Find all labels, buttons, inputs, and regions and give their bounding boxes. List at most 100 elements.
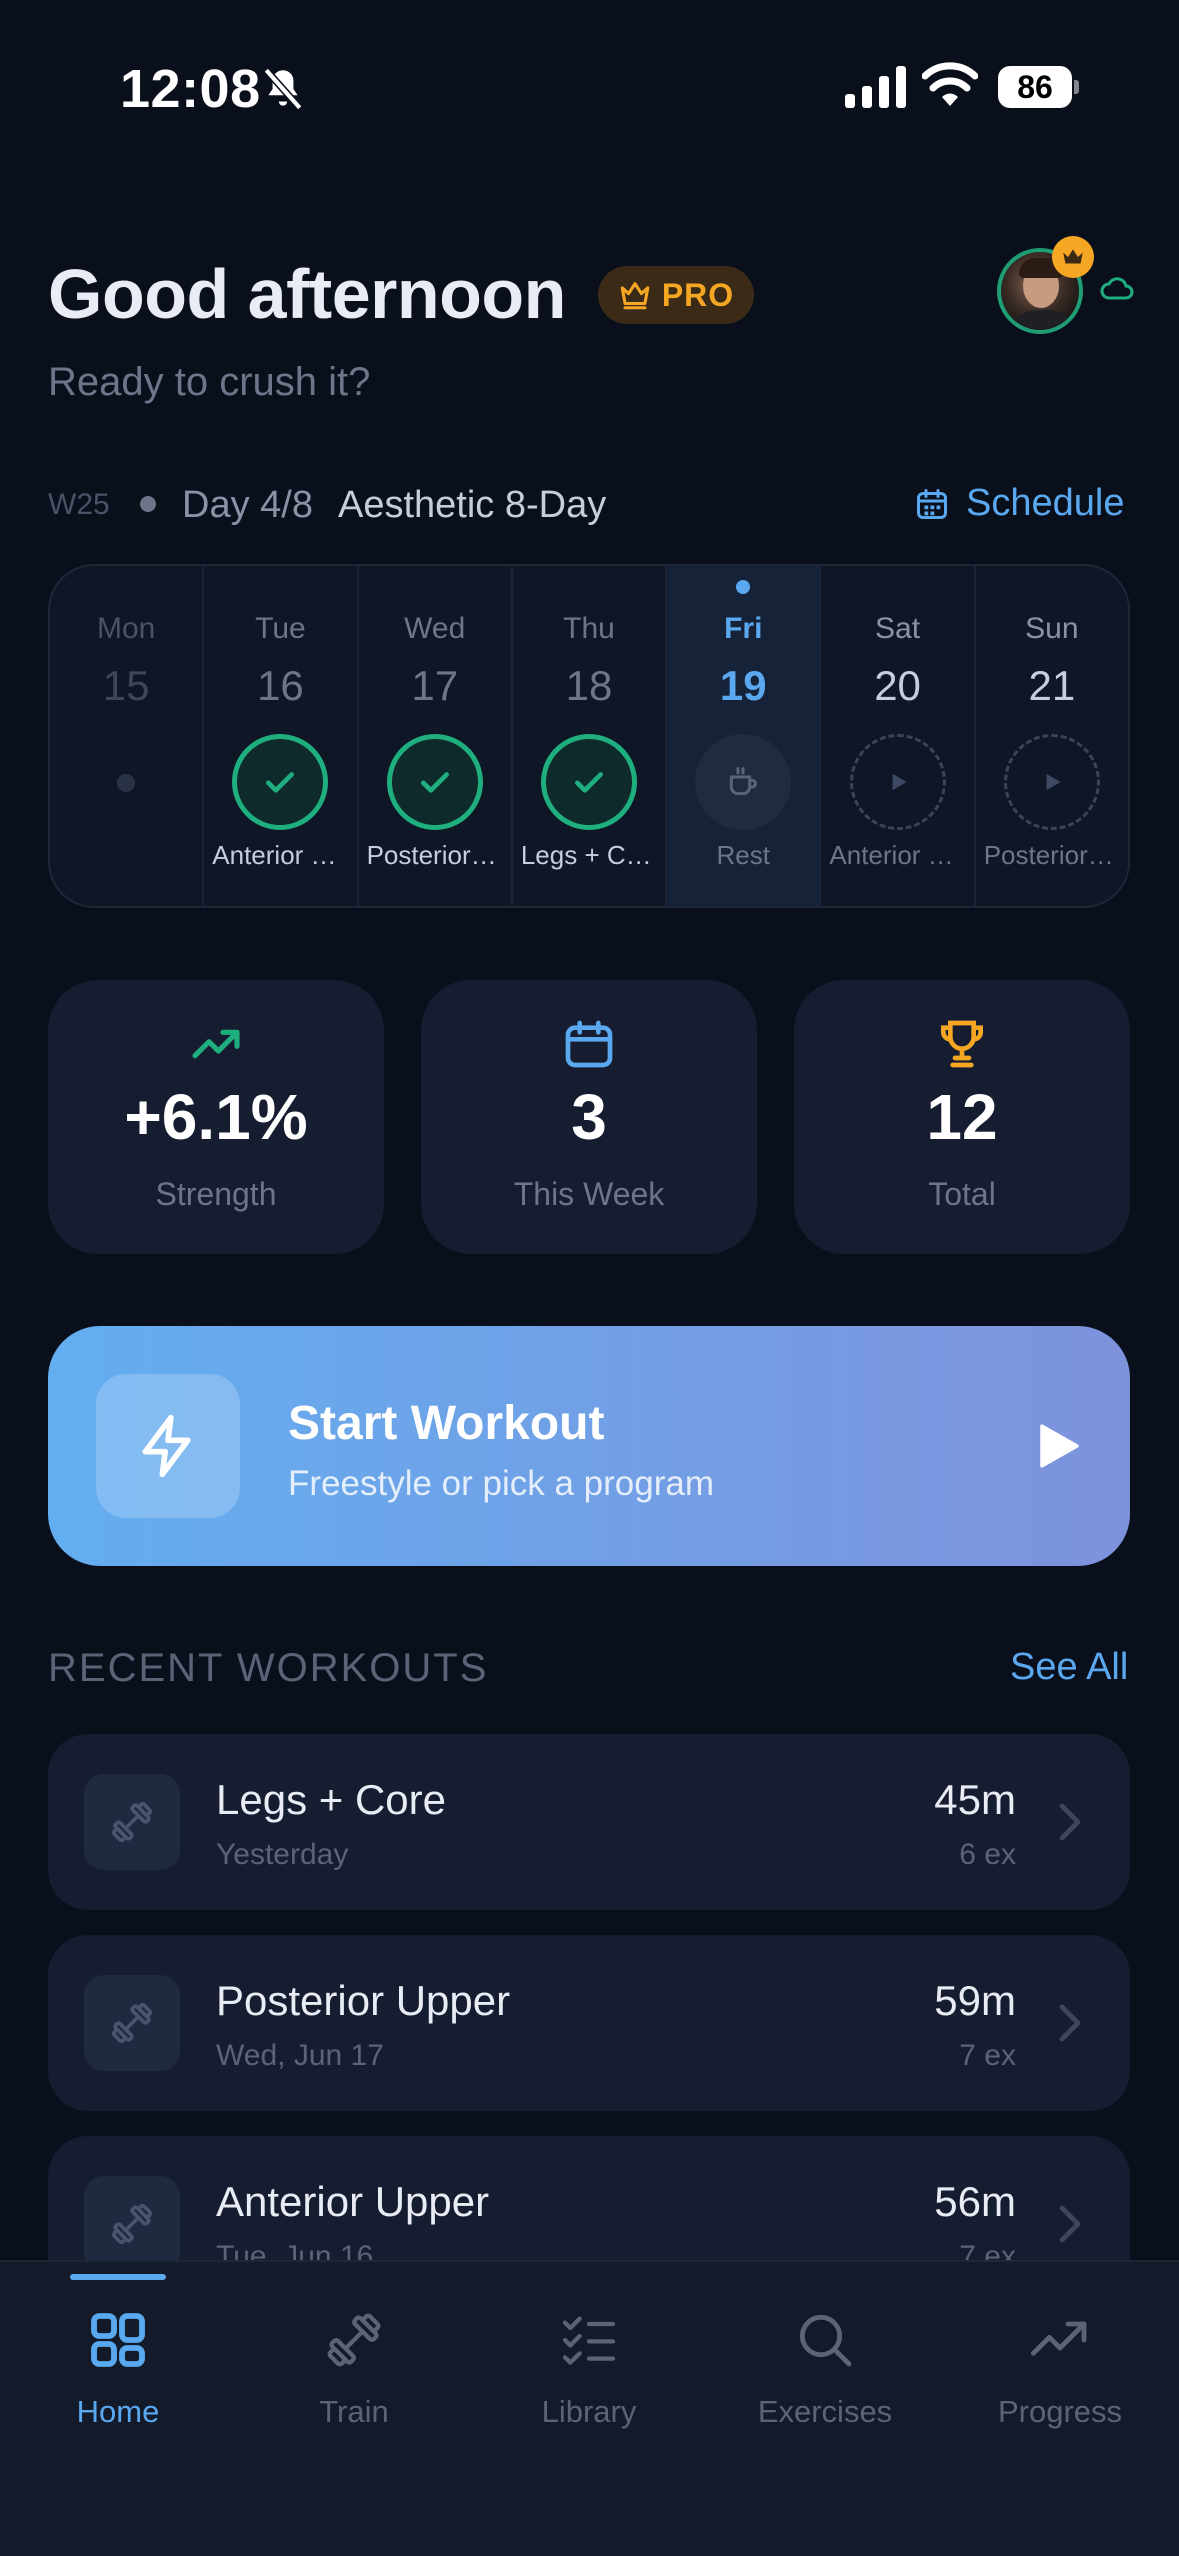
- day-number: 18: [565, 662, 613, 709]
- tab-label: Home: [76, 2394, 160, 2429]
- crown-icon: [1063, 249, 1083, 264]
- lightning-icon: [142, 1414, 191, 1478]
- dumbbell-icon: [327, 2313, 381, 2367]
- tab-home[interactable]: Home: [18, 2308, 218, 2438]
- day-workout-label: Posterior Upper: [366, 840, 503, 870]
- day-name: Sun: [1025, 612, 1079, 645]
- program-day-progress: Day 4/8: [182, 484, 313, 526]
- completed-marker: [232, 734, 329, 830]
- workout-title: Legs + Core: [216, 1776, 446, 1823]
- stat-card-total[interactable]: 12 Total: [794, 980, 1130, 1254]
- workout-title: Posterior Upper: [216, 1977, 511, 2024]
- day-number: 20: [874, 662, 921, 709]
- day-cell-thu[interactable]: Thu 18 Legs + Core: [513, 566, 668, 906]
- dumbbell-icon: [111, 2002, 153, 2044]
- stat-card-strength[interactable]: +6.1% Strength: [48, 980, 384, 1254]
- tab-train[interactable]: Train: [254, 2308, 454, 2438]
- workout-icon-box: [84, 2176, 180, 2272]
- status-bar: 12:08 86: [0, 0, 1179, 170]
- search-icon: [799, 2314, 852, 2367]
- day-cell-mon[interactable]: Mon 15: [50, 566, 205, 906]
- tab-progress[interactable]: Progress: [960, 2308, 1160, 2438]
- calendar-icon: [917, 488, 947, 519]
- stat-label: Total: [928, 1176, 996, 1212]
- stat-value: 3: [571, 1081, 607, 1153]
- day-name: Thu: [563, 612, 615, 645]
- tab-library[interactable]: Library: [489, 2308, 689, 2438]
- day-name: Sat: [875, 612, 921, 645]
- pro-badge-label: PRO: [661, 276, 735, 313]
- calendar-icon: [565, 1020, 613, 1068]
- day-cell-sat[interactable]: Sat 20 Anterior Upper: [821, 566, 976, 906]
- active-tab-indicator: [70, 2274, 166, 2280]
- week-tag: W25: [48, 488, 110, 521]
- workout-duration: 59m: [934, 1977, 1016, 2024]
- day-name: Mon: [96, 612, 156, 645]
- check-icon: [420, 772, 449, 793]
- play-icon: [1040, 1424, 1079, 1468]
- dumbbell-icon: [111, 2203, 153, 2245]
- pro-badge[interactable]: PRO: [598, 266, 754, 324]
- recent-workout-row[interactable]: Posterior Upper Wed, Jun 17 59m 7 ex: [48, 1935, 1130, 2111]
- upcoming-marker: [849, 734, 946, 830]
- workout-duration: 45m: [934, 1776, 1016, 1823]
- avatar-body: [1007, 310, 1077, 330]
- stat-value: +6.1%: [124, 1081, 308, 1153]
- today-indicator-dot: [736, 580, 751, 594]
- day-cell-fri[interactable]: Fri 19 Rest: [667, 566, 822, 906]
- day-cell-wed[interactable]: Wed 17 Posterior Upper: [359, 566, 513, 906]
- completed-marker: [386, 734, 483, 830]
- avatar-crown-badge: [1052, 236, 1094, 278]
- wifi-icon: [922, 62, 978, 106]
- workout-title: Anterior Upper: [216, 2178, 490, 2225]
- tab-label: Library: [541, 2394, 637, 2429]
- day-name: Wed: [404, 612, 466, 645]
- day-number: 17: [411, 662, 459, 709]
- program-name: Aesthetic 8-Day: [338, 484, 607, 526]
- tab-exercises[interactable]: Exercises: [725, 2308, 925, 2438]
- coffee-cup-icon: [730, 767, 758, 796]
- schedule-button[interactable]: Schedule: [914, 482, 1124, 525]
- checklist-icon: [562, 2316, 616, 2365]
- chevron-right-icon: [1059, 2205, 1081, 2243]
- day-workout-label: Anterior Upper: [829, 840, 965, 870]
- day-workout-label: Rest: [716, 840, 770, 870]
- day-workout-label: Posterior Upper: [983, 840, 1120, 870]
- day-cell-tue[interactable]: Tue 16 Anterior Upper: [204, 566, 359, 906]
- day-name: Fri: [724, 612, 763, 645]
- stat-card-this-week[interactable]: 3 This Week: [421, 980, 757, 1254]
- greeting-subtitle: Ready to crush it?: [48, 360, 371, 404]
- workout-exercise-count: 7 ex: [959, 2039, 1016, 2072]
- day-number: 16: [257, 662, 304, 709]
- grid-icon: [91, 2313, 145, 2367]
- workout-date: Wed, Jun 17: [216, 2039, 384, 2072]
- day-name: Tue: [255, 612, 306, 645]
- workout-icon-box: [84, 1774, 180, 1870]
- workout-exercise-count: 6 ex: [959, 1838, 1016, 1871]
- battery-level: 86: [1017, 69, 1053, 105]
- week-calendar-strip: Mon 15 Tue 16 Anterior Upper Wed 17 Post…: [48, 564, 1130, 908]
- battery-indicator: 86: [998, 66, 1079, 108]
- stat-label: This Week: [513, 1176, 665, 1212]
- check-icon: [266, 772, 295, 793]
- day-number: 19: [719, 662, 767, 709]
- chevron-right-icon: [1059, 1803, 1081, 1841]
- workout-icon-box: [84, 1975, 180, 2071]
- greeting-title: Good afternoon: [48, 255, 566, 333]
- status-time: 12:08: [120, 59, 261, 119]
- day-number: 15: [102, 662, 150, 709]
- recent-workout-row[interactable]: Legs + Core Yesterday 45m 6 ex: [48, 1734, 1130, 1910]
- start-workout-button[interactable]: Start Workout Freestyle or pick a progra…: [48, 1326, 1130, 1566]
- day-cell-sun[interactable]: Sun 21 Posterior Upper: [976, 566, 1128, 906]
- see-all-link[interactable]: See All: [1010, 1646, 1128, 1689]
- recent-workouts-heading: RECENT WORKOUTS: [48, 1646, 489, 1690]
- battery-tip: [1074, 80, 1079, 94]
- chevron-right-icon: [1059, 2004, 1081, 2042]
- cloud-sync-icon: [1100, 277, 1134, 300]
- cellular-signal-icon: [845, 66, 906, 108]
- play-icon: [892, 773, 907, 791]
- schedule-label: Schedule: [966, 482, 1125, 524]
- bottom-tab-bar: Home Train Library Exercises Progress: [0, 2260, 1179, 2556]
- rest-day-marker: [695, 734, 792, 830]
- check-icon: [574, 772, 603, 793]
